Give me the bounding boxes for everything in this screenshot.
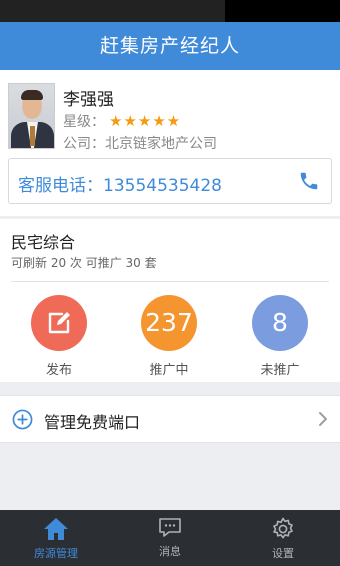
unpromoted-button[interactable]: 8 未推广	[240, 295, 320, 378]
rating-label: 星级：	[63, 114, 105, 130]
plan-quota: 可刷新 20 次 可推广 30 套	[11, 256, 157, 270]
publish-button[interactable]: 发布	[19, 295, 99, 378]
plus-circle-icon	[12, 409, 33, 430]
gear-icon	[273, 517, 293, 539]
promoting-count[interactable]: 237	[141, 295, 197, 351]
customer-service-hotline[interactable]: 客服电话：13554535428	[8, 158, 332, 204]
tab-label-messages: 消息	[159, 545, 181, 558]
chevron-right-icon	[319, 412, 327, 426]
agent-name: 李强强	[63, 90, 114, 110]
unpromoted-label: 未推广	[260, 363, 300, 378]
plan-title: 民宅综合	[11, 233, 76, 252]
chat-icon	[159, 518, 181, 537]
manage-free-ports-row[interactable]: 管理免费端口	[0, 395, 340, 443]
company-label: 公司：	[63, 136, 105, 152]
status-bar	[0, 0, 340, 22]
publish-circle[interactable]	[31, 295, 87, 351]
company-name: 北京链家地产公司	[105, 136, 217, 152]
unpromoted-count[interactable]: 8	[252, 295, 308, 351]
avatar	[8, 83, 55, 149]
edit-icon	[48, 312, 70, 334]
company-row: 公司：北京链家地产公司	[63, 133, 217, 153]
status-bar-redacted	[0, 0, 225, 22]
plan-card: 民宅综合 可刷新 20 次 可推广 30 套 发布 237 推广中 8 未推广	[0, 219, 340, 382]
tab-label-home: 房源管理	[34, 547, 78, 560]
bottom-tab-bar: 房源管理 消息 设置	[0, 510, 340, 566]
app-title: 赶集房产经纪人	[0, 22, 340, 70]
agent-profile-card: 李强强 星级： ★★★★★ 公司：北京链家地产公司 客服电话：135545354…	[0, 70, 340, 216]
tab-listing-management[interactable]: 房源管理	[6, 510, 106, 566]
phone-icon[interactable]	[298, 170, 320, 192]
rating-row: 星级： ★★★★★	[63, 111, 181, 131]
tab-messages[interactable]: 消息	[120, 510, 220, 566]
home-icon	[44, 518, 68, 540]
manage-free-ports-label: 管理免费端口	[44, 413, 141, 432]
hotline-text: 客服电话：13554535428	[18, 176, 222, 196]
star-rating: ★★★★★	[109, 112, 182, 130]
promoting-button[interactable]: 237 推广中	[129, 295, 209, 378]
tab-label-settings: 设置	[272, 547, 294, 560]
tab-settings[interactable]: 设置	[233, 510, 333, 566]
divider	[11, 281, 329, 282]
promoting-label: 推广中	[149, 363, 189, 378]
publish-label: 发布	[45, 363, 72, 378]
